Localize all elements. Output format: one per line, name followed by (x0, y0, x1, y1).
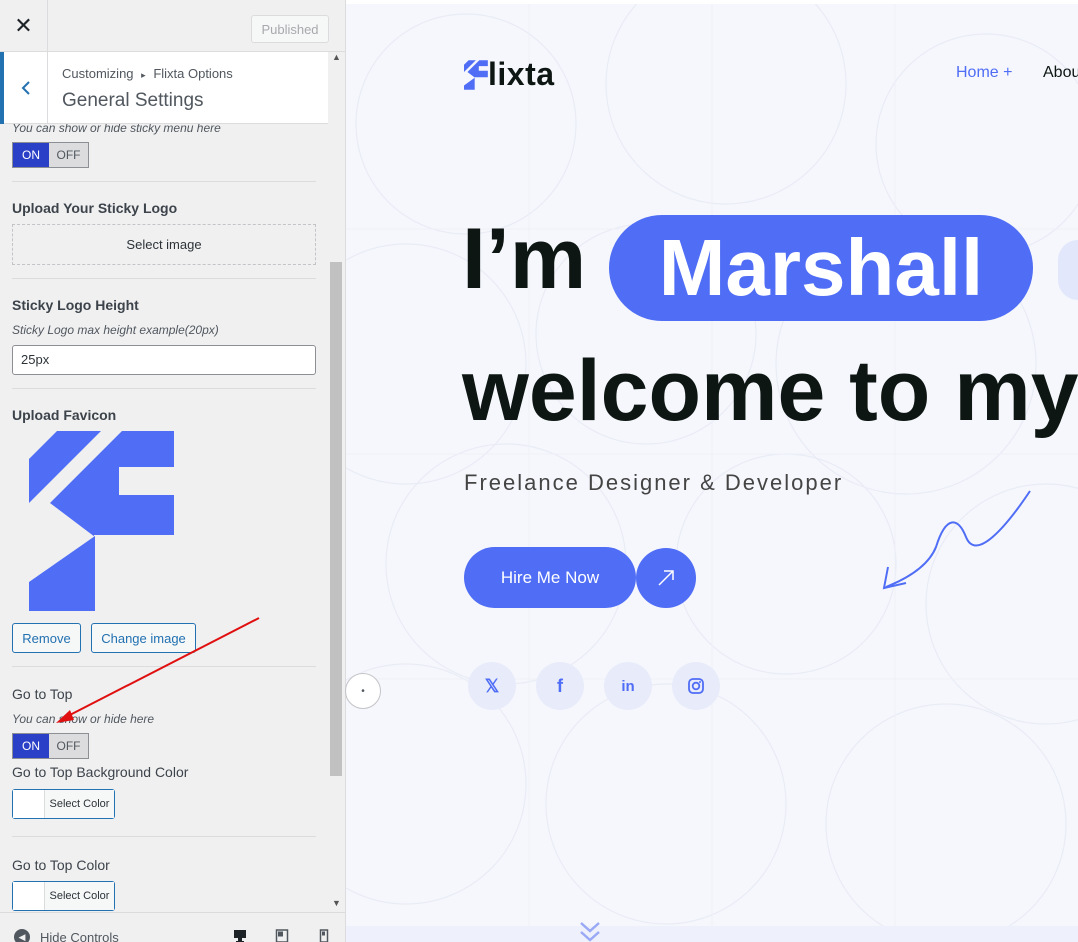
favicon-preview-image (29, 431, 174, 611)
hide-controls-label: Hide Controls (40, 929, 119, 942)
scroll-up-arrow-icon[interactable]: ▲ (332, 52, 341, 62)
color-swatch (13, 882, 45, 910)
logo-mark-icon (464, 59, 488, 90)
hero-name: Marshall (658, 223, 984, 312)
color-swatch (13, 790, 45, 818)
select-color-label: Select Color (45, 790, 114, 818)
sticky-logo-height-hint: Sticky Logo max height example(20px) (12, 323, 219, 337)
site-preview: lixta Home + Abou I’m Marshall welcome t… (346, 0, 1078, 942)
go-to-top-bg-color-button[interactable]: Select Color (12, 789, 115, 819)
decorative-pill (1058, 240, 1078, 300)
arrow-button[interactable] (636, 548, 696, 608)
divider (12, 388, 316, 389)
nav-about-link[interactable]: Abou (1043, 64, 1078, 82)
collapse-sidebar-button[interactable]: • (345, 673, 381, 709)
double-chevron-down-icon[interactable] (578, 917, 602, 942)
sticky-logo-height-label: Sticky Logo Height (12, 297, 139, 313)
scroll-down-arrow-icon[interactable]: ▼ (332, 898, 341, 908)
x-icon[interactable]: 𝕏 (468, 662, 516, 710)
toggle-on[interactable]: ON (13, 734, 49, 758)
select-sticky-logo-button[interactable]: Select image (12, 224, 316, 265)
go-to-top-color-button[interactable]: Select Color (12, 881, 115, 911)
bottom-band (346, 926, 1078, 942)
site-logo[interactable]: lixta (464, 56, 555, 93)
go-to-top-toggle[interactable]: ON OFF (12, 733, 89, 759)
close-customizer-button[interactable]: ✕ (0, 0, 48, 52)
collapse-icon: ◀ (14, 929, 30, 942)
published-button[interactable]: Published (251, 15, 329, 43)
section-title: General Settings (62, 90, 204, 111)
back-button[interactable] (0, 52, 48, 124)
customizer-topbar: ✕ Published (0, 0, 345, 52)
hide-controls-button[interactable]: ◀ Hide Controls (14, 929, 119, 942)
customizer-sidebar: ✕ Published You can show or hide sticky … (0, 0, 346, 942)
toggle-off[interactable]: OFF (49, 734, 88, 758)
breadcrumb-separator: ▸ (141, 70, 146, 80)
remove-favicon-button[interactable]: Remove (12, 623, 81, 653)
go-to-top-color-label: Go to Top Color (12, 857, 110, 873)
instagram-icon[interactable] (672, 662, 720, 710)
hero-prefix: I’m (462, 211, 587, 307)
go-to-top-hint: You can show or hide here (12, 712, 155, 726)
go-to-top-bg-label: Go to Top Background Color (12, 764, 189, 780)
logo-text: lixta (488, 56, 555, 92)
sticky-menu-toggle[interactable]: ON OFF (12, 142, 89, 168)
sidebar-scrollbar[interactable]: ▲ ▼ (328, 52, 345, 912)
divider (12, 278, 316, 279)
breadcrumb-parent: Flixta Options (153, 66, 233, 81)
divider (12, 836, 316, 837)
arrow-up-right-icon (658, 570, 674, 586)
desktop-preview-icon[interactable] (233, 929, 247, 942)
hero-name-pill: Marshall (609, 215, 1033, 321)
section-header: Customizing ▸ Flixta Options General Set… (0, 52, 328, 124)
mobile-preview-icon[interactable] (317, 929, 331, 942)
hire-me-button[interactable]: Hire Me Now (464, 547, 636, 608)
linkedin-icon[interactable]: in (604, 662, 652, 710)
change-favicon-button[interactable]: Change image (91, 623, 196, 653)
go-to-top-label: Go to Top (12, 686, 73, 702)
tablet-preview-icon[interactable] (275, 929, 289, 942)
breadcrumb: Customizing ▸ Flixta Options (62, 66, 233, 81)
divider (12, 181, 316, 182)
customizer-footer: ◀ Hide Controls (0, 912, 345, 942)
select-color-label: Select Color (45, 882, 114, 910)
favicon-label: Upload Favicon (12, 407, 117, 423)
breadcrumb-root: Customizing (62, 66, 134, 81)
hero-subtitle: Freelance Designer & Developer (464, 470, 844, 495)
squiggle-arrow-decoration (882, 490, 1031, 590)
nav-home-link[interactable]: Home + (956, 64, 1012, 82)
sticky-logo-label: Upload Your Sticky Logo (12, 200, 178, 216)
scrollbar-thumb[interactable] (330, 262, 342, 776)
chevron-left-icon (21, 81, 30, 95)
hero-line-2: welcome to my (462, 343, 1078, 439)
divider (12, 666, 316, 667)
toggle-on[interactable]: ON (13, 143, 49, 167)
sticky-logo-height-input[interactable]: 25px (12, 345, 316, 375)
facebook-icon[interactable]: f (536, 662, 584, 710)
toggle-off[interactable]: OFF (49, 143, 88, 167)
